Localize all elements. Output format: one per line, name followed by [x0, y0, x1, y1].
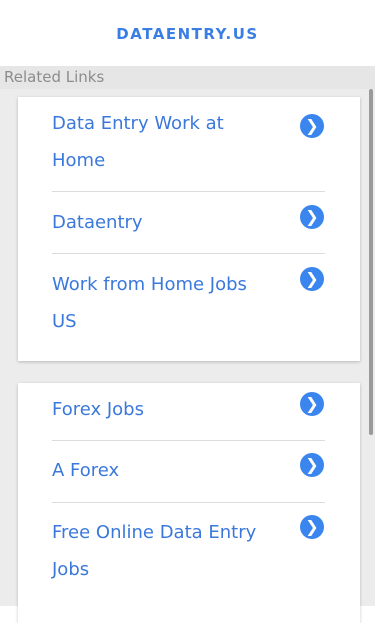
site-title[interactable]: DATAENTRY.US [0, 24, 375, 44]
link-label[interactable]: Dataentry [52, 204, 262, 241]
links-card: Forex Jobs ❯ A Forex ❯ Free Online Data … [18, 383, 360, 623]
chevron-right-icon[interactable]: ❯ [300, 453, 324, 477]
divider [52, 191, 325, 192]
link-label[interactable]: Data Entry Work at Home [52, 105, 262, 179]
header: DATAENTRY.US [0, 0, 375, 66]
related-links-label: Related Links [4, 68, 105, 86]
chevron-right-icon[interactable]: ❯ [300, 515, 324, 539]
divider [52, 440, 325, 441]
link-item[interactable]: Free Online Data Entry Jobs ❯ [52, 514, 325, 594]
link-item[interactable]: A Forex ❯ [52, 452, 325, 502]
link-item[interactable]: Dataentry ❯ [52, 204, 325, 254]
scrollbar-thumb[interactable] [369, 89, 373, 435]
content-area: Data Entry Work at Home ❯ Dataentry ❯ Wo… [0, 89, 375, 623]
link-label[interactable]: Forex Jobs [52, 391, 262, 428]
links-card: Data Entry Work at Home ❯ Dataentry ❯ Wo… [18, 97, 360, 361]
link-item[interactable]: Forex Jobs ❯ [52, 391, 325, 441]
divider [52, 253, 325, 254]
chevron-right-icon[interactable]: ❯ [300, 392, 324, 416]
chevron-right-icon[interactable]: ❯ [300, 114, 324, 138]
divider [52, 502, 325, 503]
link-label[interactable]: A Forex [52, 452, 262, 489]
scrollbar[interactable] [367, 89, 375, 435]
chevron-right-icon[interactable]: ❯ [300, 267, 324, 291]
link-label[interactable]: Work from Home Jobs US [52, 266, 262, 340]
related-links-bar: Related Links [0, 66, 375, 89]
chevron-right-icon[interactable]: ❯ [300, 205, 324, 229]
link-item[interactable]: Data Entry Work at Home ❯ [52, 105, 325, 191]
link-label[interactable]: Free Online Data Entry Jobs [52, 514, 262, 588]
link-item[interactable]: Work from Home Jobs US ❯ [52, 266, 325, 346]
